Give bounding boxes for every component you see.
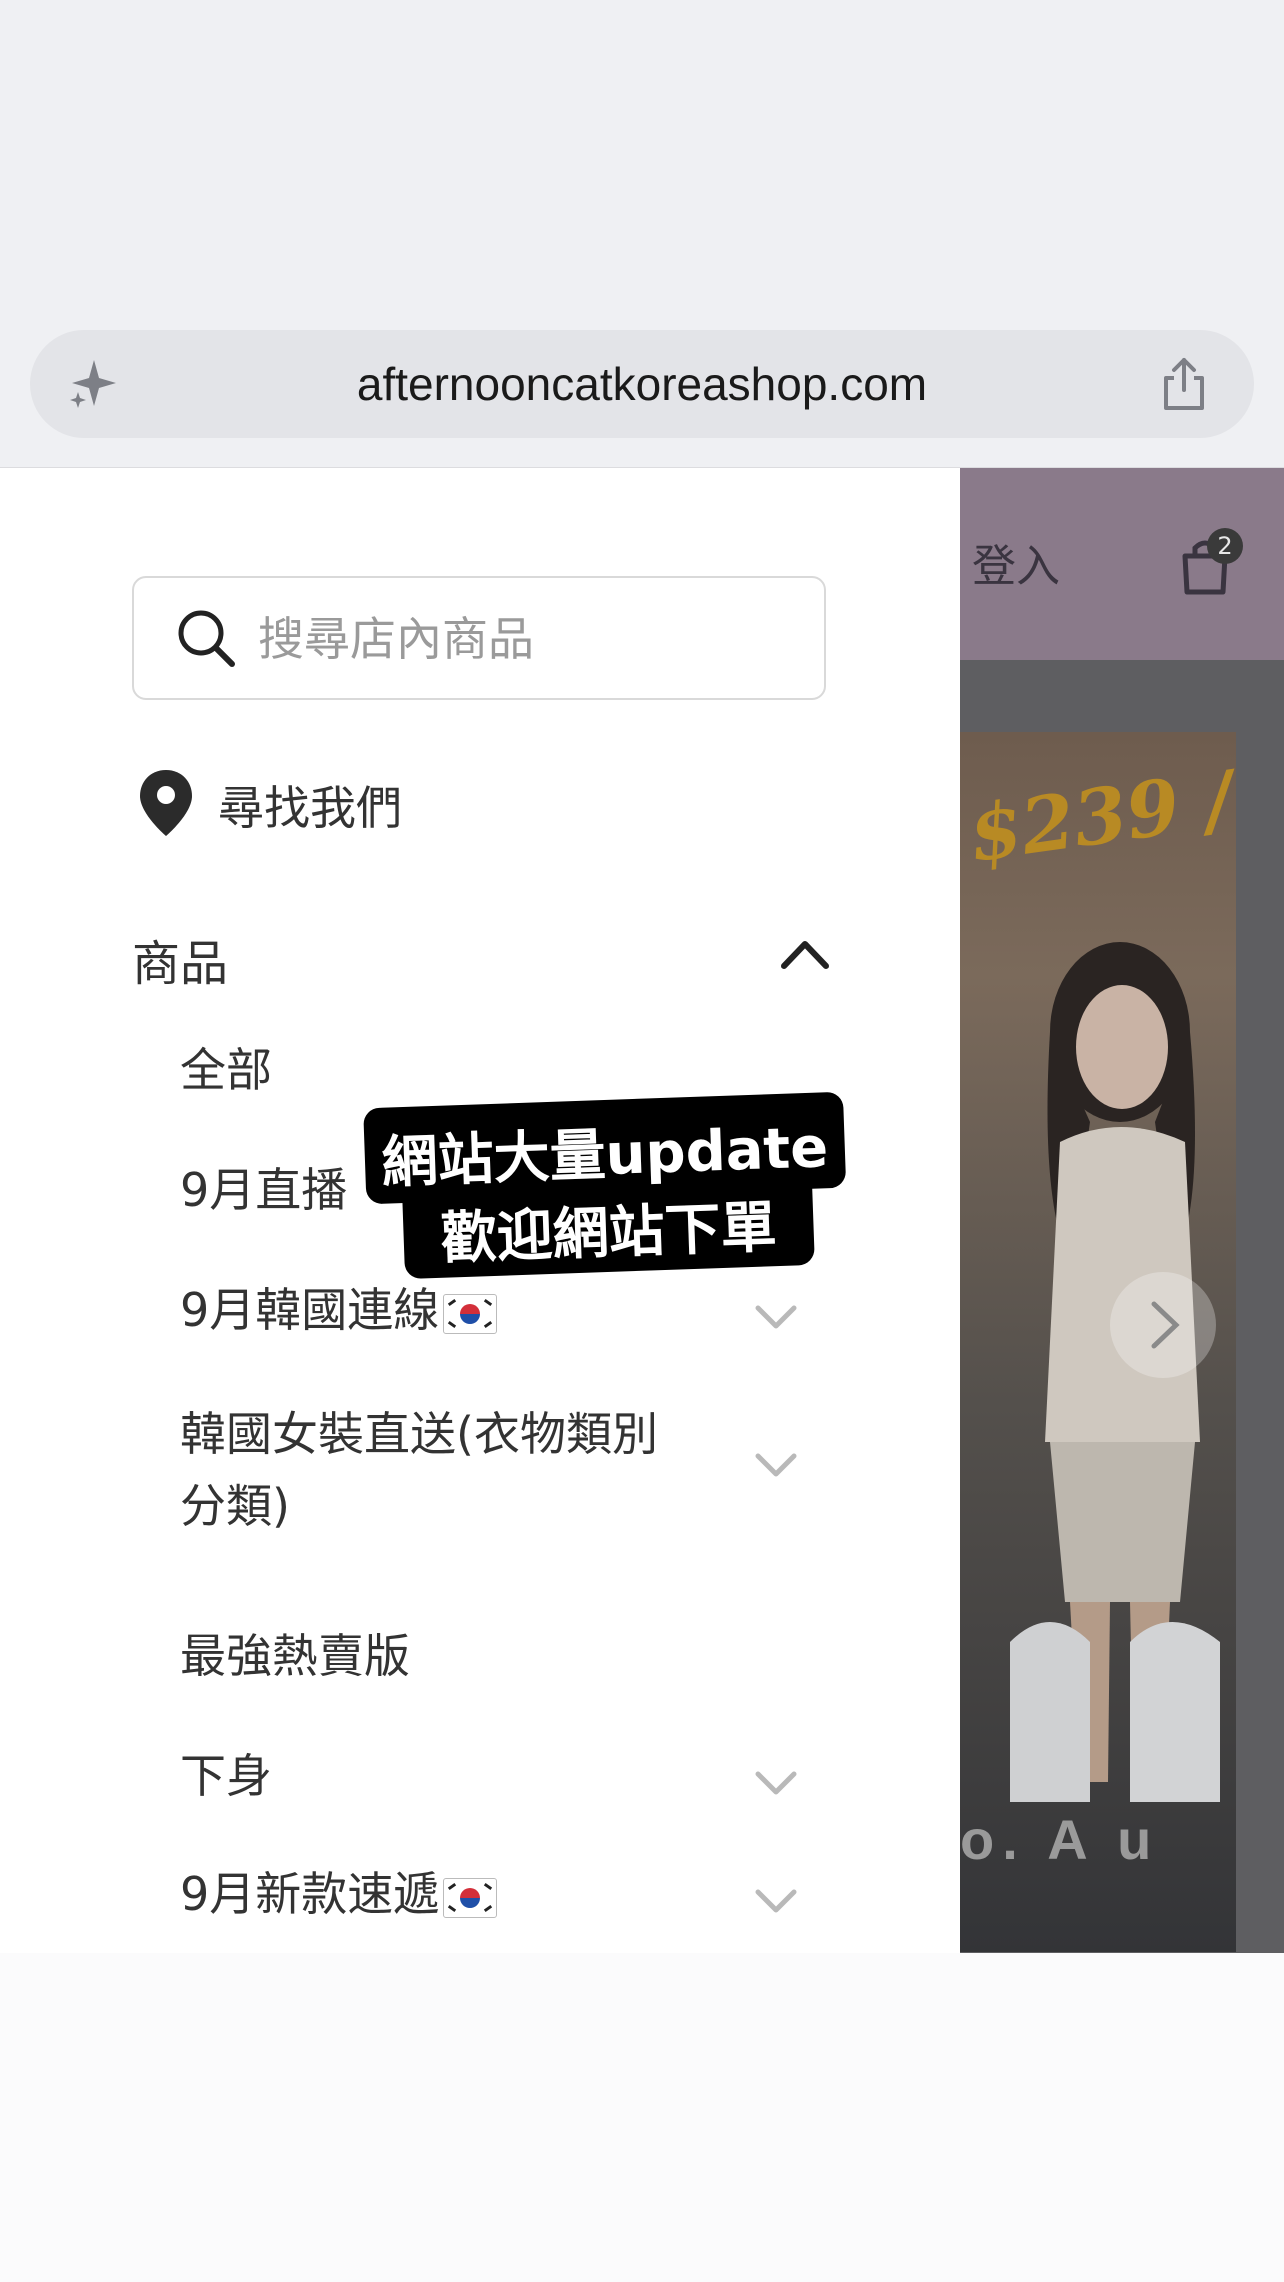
korea-flag-icon	[443, 1877, 498, 1918]
menu-item-all[interactable]: 全部	[180, 1034, 800, 1106]
menu-item-label: 下身	[180, 1749, 272, 1803]
address-bar[interactable]: afternooncatkoreashop.com	[30, 330, 1254, 438]
products-label: 商品	[132, 936, 229, 992]
banner-price-text: $239 /	[963, 753, 1236, 880]
site-header: 登入 2	[960, 468, 1284, 660]
menu-item-september-korea[interactable]: 9月韓國連線	[180, 1274, 800, 1346]
chevron-down-icon[interactable]	[752, 1440, 800, 1488]
search-input[interactable]	[256, 578, 800, 700]
korea-flag-icon	[443, 1293, 498, 1334]
menu-item-label: 韓國女裝直送(衣物類別分類)	[180, 1407, 658, 1533]
sparkle-icon[interactable]	[64, 352, 128, 416]
promo-sticker: 網站大量update 歡迎網站下單	[363, 1091, 849, 1281]
menu-item-label: 9月新款速遞	[180, 1867, 440, 1921]
cart-count-badge: 2	[1207, 528, 1243, 564]
menu-item-september-new[interactable]: 9月新款速遞	[180, 1858, 800, 1930]
search-box[interactable]	[132, 576, 826, 700]
hero-banner[interactable]: $239 / o. A u	[960, 732, 1236, 1952]
menu-item-korean-womenswear[interactable]: 韓國女裝直送(衣物類別分類)	[180, 1398, 800, 1542]
bottom-blank-area	[0, 1953, 1284, 2282]
location-pin-icon	[140, 770, 192, 836]
products-section-toggle[interactable]: 商品	[132, 920, 832, 992]
chevron-down-icon[interactable]	[752, 1876, 800, 1924]
chevron-up-icon	[781, 941, 829, 969]
url-text[interactable]: afternooncatkoreashop.com	[160, 330, 1124, 438]
chevron-down-icon[interactable]	[752, 1758, 800, 1806]
menu-item-label: 9月韓國連線	[180, 1283, 440, 1337]
menu-item-best-sellers[interactable]: 最強熱賣版	[180, 1620, 800, 1692]
menu-item-label: 最強熱賣版	[180, 1629, 410, 1683]
chevron-right-icon	[1151, 1301, 1180, 1349]
menu-item-bottoms[interactable]: 下身	[180, 1740, 800, 1812]
find-us-label: 尋找我們	[218, 781, 402, 835]
banner-caption: o. A u	[960, 1808, 1160, 1871]
sticker-line-2: 歡迎網站下單	[439, 1195, 778, 1272]
cart-button[interactable]: 2	[1175, 528, 1243, 598]
page-overlay[interactable]: 登入 2 $239 / o. A u	[960, 468, 1284, 1953]
menu-item-label: 全部	[180, 1043, 272, 1097]
search-icon	[178, 610, 235, 667]
carousel-next-button[interactable]	[1110, 1272, 1216, 1378]
chevron-down-icon[interactable]	[752, 1292, 800, 1340]
login-link[interactable]: 登入	[972, 530, 1060, 594]
share-icon[interactable]	[1154, 354, 1214, 414]
